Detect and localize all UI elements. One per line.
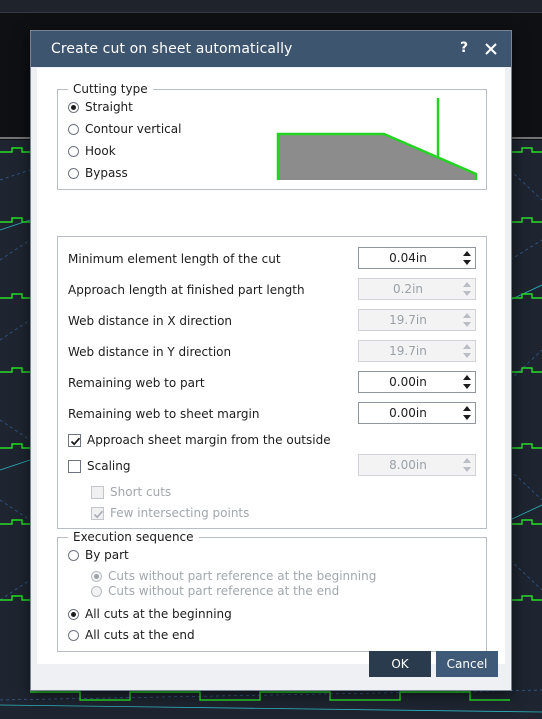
dialog-content: Cutting type Straight Contour vertical H…	[37, 68, 505, 664]
checkmark-icon	[93, 510, 104, 518]
all-cuts-end-option[interactable]: All cuts at the end	[68, 626, 195, 644]
spin-up-icon	[463, 344, 471, 349]
web-distance-y-value: 19.7in	[389, 344, 427, 358]
sub-beginning-label: Cuts without part reference at the begin…	[108, 569, 377, 583]
radio-by-part[interactable]	[68, 549, 79, 561]
radio-bypass[interactable]	[68, 167, 79, 179]
remaining-web-part-label: Remaining web to part	[68, 376, 205, 390]
approach-length-spinner: 0.2in	[358, 278, 476, 300]
all-end-label: All cuts at the end	[85, 628, 195, 642]
short-cuts-checkbox	[91, 485, 104, 499]
spin-down-icon[interactable]	[463, 384, 471, 389]
scaling-checkbox[interactable]	[68, 459, 81, 473]
sub-end-label: Cuts without part reference at the end	[108, 584, 340, 598]
help-button[interactable]: ?	[455, 40, 473, 58]
cancel-button[interactable]: Cancel	[436, 651, 498, 677]
cutting-type-straight[interactable]: Straight	[68, 98, 133, 116]
web-distance-y-label: Web distance in Y direction	[68, 345, 232, 359]
spin-up-icon	[463, 313, 471, 318]
scaling-spinner: 8.00in	[358, 454, 476, 476]
spin-down-icon	[463, 353, 471, 358]
dialog-title: Create cut on sheet automatically	[51, 41, 293, 57]
radio-contour-vertical[interactable]	[68, 123, 79, 135]
scaling-label: Scaling	[87, 459, 131, 473]
cutting-type-group: Cutting type Straight Contour vertical H…	[57, 82, 487, 190]
spin-up-icon	[463, 458, 471, 463]
short-cuts-label: Short cuts	[110, 485, 172, 499]
few-intersecting-checkbox	[91, 506, 104, 520]
min-element-length-value[interactable]: 0.04in	[359, 251, 457, 265]
radio-all-end[interactable]	[68, 629, 79, 641]
radio-straight[interactable]	[68, 101, 79, 113]
remaining-web-margin-label: Remaining web to sheet margin	[68, 407, 260, 421]
min-element-length-label: Minimum element length of the cut	[68, 252, 281, 266]
radio-hook-label: Hook	[85, 144, 116, 158]
spin-up-icon	[463, 282, 471, 287]
web-distance-x-spinner: 19.7in	[358, 309, 476, 331]
spin-down-icon[interactable]	[463, 415, 471, 420]
few-intersecting-checkbox-row: Few intersecting points	[91, 504, 249, 522]
spinner-arrows	[462, 343, 472, 359]
cutting-type-bypass[interactable]: Bypass	[68, 164, 128, 182]
cutting-type-preview-image	[276, 98, 478, 180]
spin-down-icon	[463, 467, 471, 472]
remaining-web-part-spinner[interactable]: 0.00in	[358, 371, 476, 393]
sub-option-end: Cuts without part reference at the end	[91, 584, 339, 598]
short-cuts-checkbox-row: Short cuts	[91, 483, 171, 501]
radio-contour-vertical-label: Contour vertical	[85, 122, 182, 136]
scaling-checkbox-row[interactable]: Scaling	[68, 457, 130, 475]
execution-sequence-group: Execution sequence By part Cuts without …	[57, 530, 487, 652]
approach-outside-checkbox-row[interactable]: Approach sheet margin from the outside	[68, 431, 331, 449]
spin-up-icon[interactable]	[463, 406, 471, 411]
sub-option-beginning: Cuts without part reference at the begin…	[91, 569, 376, 583]
dialog-titlebar[interactable]: Create cut on sheet automatically ?	[31, 31, 511, 67]
spinner-arrows[interactable]	[462, 374, 472, 390]
spinner-arrows[interactable]	[462, 405, 472, 421]
web-distance-x-label: Web distance in X direction	[68, 314, 233, 328]
spinner-arrows	[462, 312, 472, 328]
scaling-value: 8.00in	[389, 458, 427, 472]
spinner-arrows	[462, 457, 472, 473]
few-intersecting-label: Few intersecting points	[110, 506, 250, 520]
ok-button[interactable]: OK	[369, 651, 431, 677]
parameters-group: Minimum element length of the cut 0.04in…	[57, 236, 487, 529]
web-distance-x-value: 19.7in	[389, 313, 427, 327]
create-cut-dialog: Create cut on sheet automatically ? Cutt…	[30, 30, 512, 691]
approach-length-label: Approach length at finished part length	[68, 283, 305, 297]
checkmark-icon	[70, 437, 81, 446]
spin-down-icon	[463, 322, 471, 327]
radio-straight-label: Straight	[85, 100, 133, 114]
cutting-type-contour-vertical[interactable]: Contour vertical	[68, 120, 181, 138]
spin-down-icon[interactable]	[463, 260, 471, 265]
by-part-label: By part	[85, 548, 129, 562]
radio-sub-end	[91, 585, 102, 597]
cutting-type-hook[interactable]: Hook	[68, 142, 116, 160]
approach-length-value: 0.2in	[392, 282, 424, 296]
all-cuts-beginning-option[interactable]: All cuts at the beginning	[68, 605, 232, 623]
spin-up-icon[interactable]	[463, 251, 471, 256]
remaining-web-margin-spinner[interactable]: 0.00in	[358, 402, 476, 424]
close-icon	[485, 43, 497, 55]
by-part-option[interactable]: By part	[68, 546, 129, 564]
radio-bypass-label: Bypass	[85, 166, 128, 180]
radio-sub-beginning	[91, 570, 102, 582]
spin-up-icon[interactable]	[463, 375, 471, 380]
close-button[interactable]	[481, 39, 501, 59]
spinner-arrows[interactable]	[462, 250, 472, 266]
min-element-length-spinner[interactable]: 0.04in	[358, 247, 476, 269]
execution-sequence-legend: Execution sequence	[68, 530, 199, 544]
radio-hook[interactable]	[68, 145, 79, 157]
spinner-arrows	[462, 281, 472, 297]
approach-outside-label: Approach sheet margin from the outside	[87, 433, 331, 447]
all-beginning-label: All cuts at the beginning	[85, 607, 232, 621]
approach-outside-checkbox[interactable]	[68, 433, 81, 447]
spin-down-icon	[463, 291, 471, 296]
web-distance-y-spinner: 19.7in	[358, 340, 476, 362]
cutting-type-legend: Cutting type	[68, 82, 153, 96]
remaining-web-part-value[interactable]: 0.00in	[359, 375, 457, 389]
remaining-web-margin-value[interactable]: 0.00in	[359, 406, 457, 420]
radio-all-beginning[interactable]	[68, 608, 79, 620]
